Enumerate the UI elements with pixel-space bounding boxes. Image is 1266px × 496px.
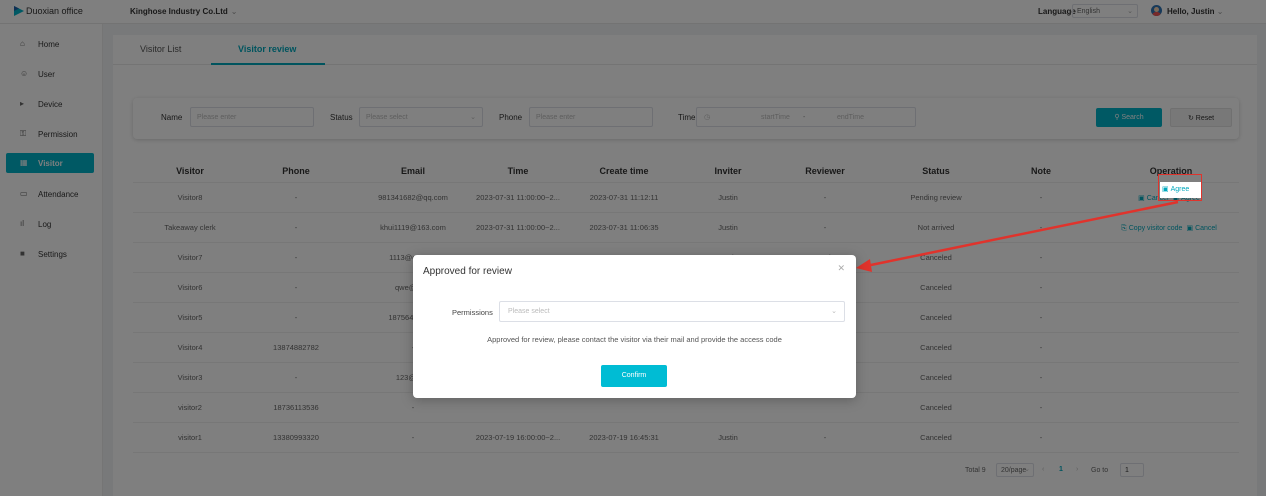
dialog-message: Approved for review, please contact the … [487, 335, 782, 344]
annotation-highlight-box [1158, 174, 1202, 201]
confirm-button[interactable]: Confirm [601, 365, 667, 387]
dialog-title: Approved for review [423, 266, 512, 277]
permissions-select[interactable]: Please select ⌄ [499, 301, 845, 322]
approve-review-dialog: Approved for review ✕ Permissions Please… [413, 255, 856, 398]
chevron-down-icon: ⌄ [831, 308, 837, 315]
permissions-label: Permissions [452, 308, 493, 317]
close-icon[interactable]: ✕ [837, 263, 845, 274]
permissions-placeholder: Please select [508, 308, 550, 315]
modal-overlay[interactable] [0, 0, 1266, 496]
